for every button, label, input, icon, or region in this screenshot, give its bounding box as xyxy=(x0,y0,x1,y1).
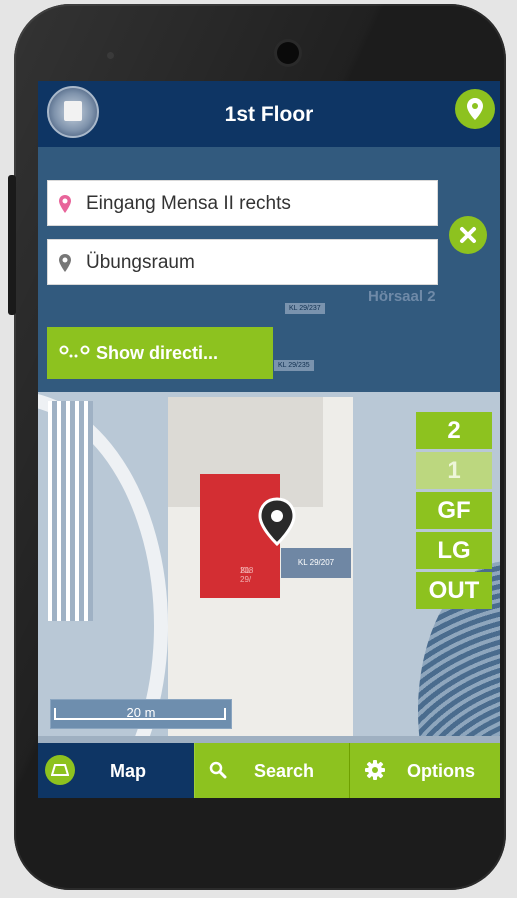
tab-options[interactable]: Options xyxy=(349,743,500,798)
bottom-tab-bar: Map Search Options xyxy=(38,743,500,798)
start-location-field[interactable]: Eingang Mensa II rechts xyxy=(47,180,438,226)
tab-options-label: Options xyxy=(407,761,475,781)
map-scale-label: 20 m xyxy=(126,705,156,720)
gear-icon xyxy=(365,760,385,780)
close-icon xyxy=(460,227,476,243)
floor-button-lg[interactable]: LG xyxy=(416,532,492,569)
search-icon xyxy=(209,761,227,779)
destination-text: Übungsraum xyxy=(86,252,195,273)
start-pin-icon xyxy=(59,195,71,213)
app-screen: KL 29/207 KL 29/208 KL 29/237 KL 29/235 … xyxy=(38,81,500,798)
phone-side-button xyxy=(8,175,16,315)
map-icon xyxy=(45,755,75,785)
show-directions-button[interactable]: Show directi... xyxy=(47,327,273,379)
map-seating-rows xyxy=(48,401,93,621)
map-horsaal-label: Hörsaal 2 xyxy=(368,288,436,305)
locate-button[interactable] xyxy=(455,89,495,129)
tab-search-label: Search xyxy=(254,761,315,781)
floor-button-gf[interactable]: GF xyxy=(416,492,492,529)
floor-button-2[interactable]: 2 xyxy=(416,412,492,449)
start-location-text: Eingang Mensa II rechts xyxy=(86,193,291,214)
route-icon xyxy=(59,345,90,358)
map-marker-icon[interactable] xyxy=(258,497,296,552)
front-camera xyxy=(277,42,299,64)
map-room-label: KL 29/237 xyxy=(285,303,325,314)
floor-button-out[interactable]: OUT xyxy=(416,572,492,609)
speaker-dot xyxy=(107,52,114,59)
destination-pin-icon xyxy=(59,254,71,272)
page-title: 1st Floor xyxy=(224,103,314,126)
map-room-label: KL 29/235 xyxy=(274,360,314,371)
map-room-kl29-207[interactable]: KL 29/207 xyxy=(281,548,351,578)
map-scale-bar: 20 m xyxy=(50,699,232,729)
floor-button-1[interactable]: 1 xyxy=(416,452,492,489)
show-directions-label: Show directi... xyxy=(96,343,219,363)
tab-search[interactable]: Search xyxy=(194,743,349,798)
location-pin-icon xyxy=(467,98,483,120)
tab-map-label: Map xyxy=(110,761,146,781)
clear-route-button[interactable] xyxy=(449,216,487,254)
destination-field[interactable]: Übungsraum xyxy=(47,239,438,285)
app-header: 1st Floor xyxy=(38,81,500,147)
floor-selector: 2 1 GF LG OUT xyxy=(416,412,492,612)
tab-map[interactable]: Map xyxy=(38,743,194,798)
